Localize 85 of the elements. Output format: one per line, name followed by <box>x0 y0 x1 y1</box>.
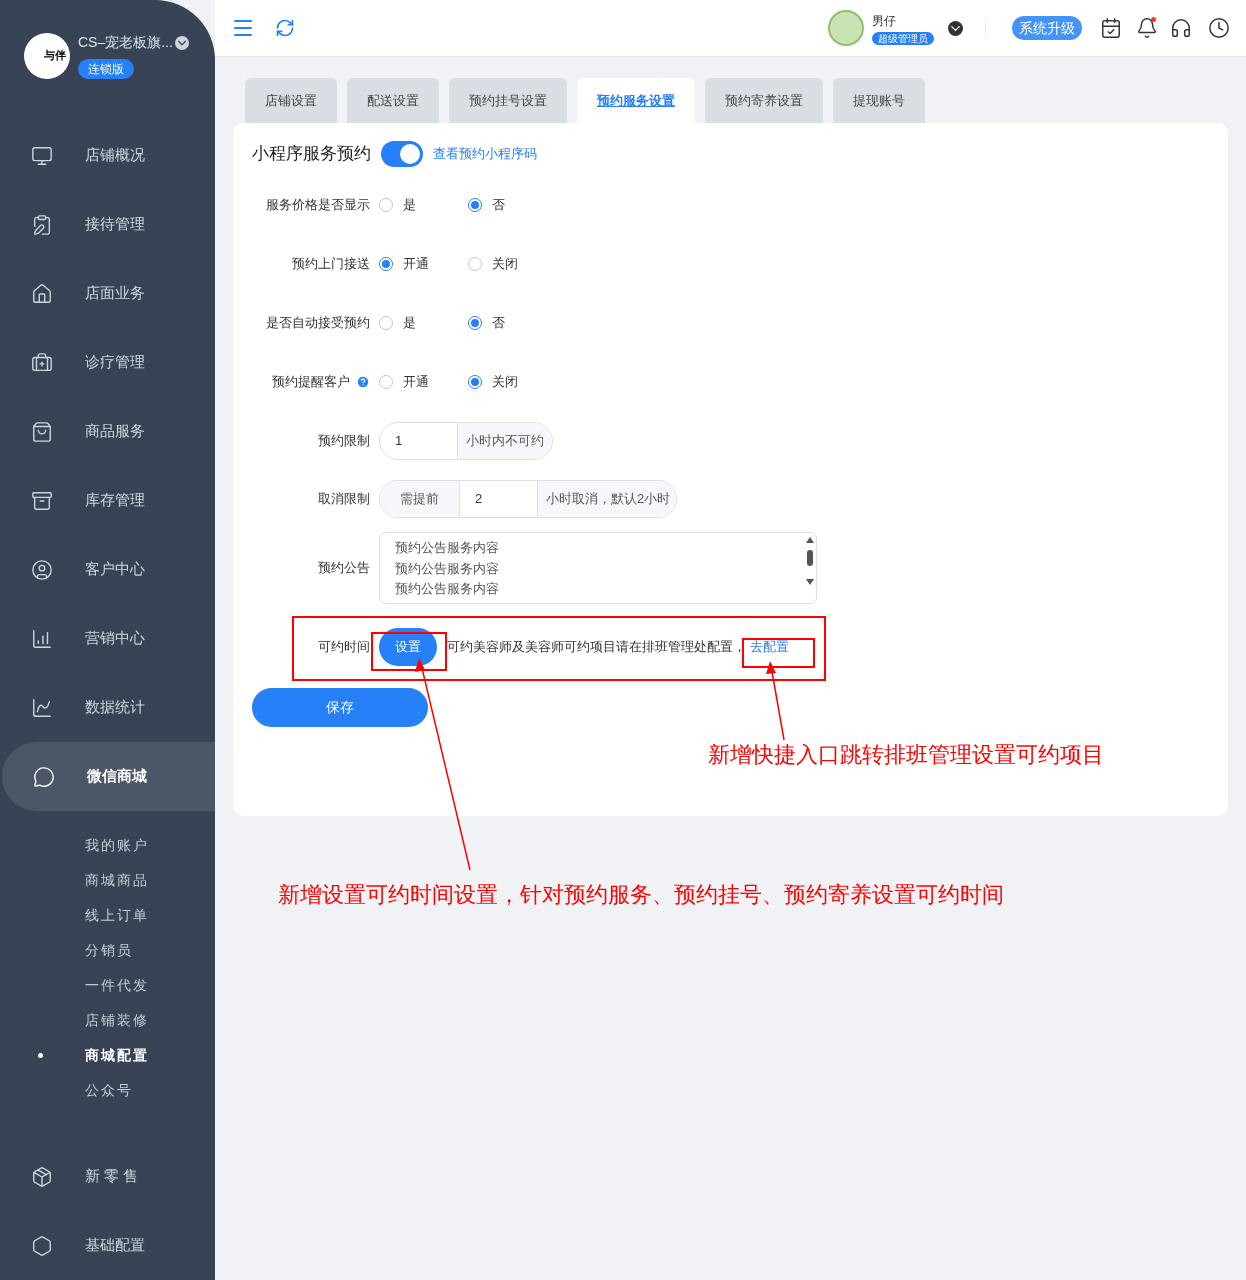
menu-item[interactable]: 商品服务 <box>0 397 215 466</box>
help-icon[interactable] <box>356 374 370 389</box>
menu-item[interactable]: 店铺概况 <box>0 121 215 190</box>
cancel-limit-field[interactable]: 需提前 2 小时取消，默认2小时 <box>379 480 678 518</box>
radio-label: 关闭 <box>492 254 518 273</box>
calendar-icon[interactable] <box>1100 17 1122 39</box>
menu-item[interactable]: 诊疗管理 <box>0 328 215 397</box>
menu-item[interactable]: 营销中心 <box>0 604 215 673</box>
scrollbar[interactable] <box>805 536 815 586</box>
field-label: 服务价格是否显示 <box>266 195 370 214</box>
bar-chart-icon <box>31 627 53 650</box>
field-label: 预约限制 <box>317 432 370 451</box>
role-badge: 超级管理员 <box>872 31 934 45</box>
annotation-text: 新增快捷入口跳转排班管理设置可约项目 <box>708 741 1104 769</box>
bag-icon <box>31 420 53 443</box>
menu-item[interactable]: 数据统计 <box>0 673 215 742</box>
menu-item[interactable]: 店面业务 <box>0 259 215 328</box>
field-label: 预约提醒客户 <box>272 372 350 391</box>
radio-label: 是 <box>403 195 416 214</box>
tab[interactable]: 提现账号 <box>833 78 925 123</box>
submenu-item[interactable]: 店铺装修 <box>85 1010 149 1031</box>
menu-item[interactable]: 库存管理 <box>0 466 215 535</box>
bell-icon[interactable] <box>1136 17 1158 39</box>
menu-item[interactable]: 接待管理 <box>0 190 215 259</box>
medical-kit-icon <box>31 351 53 374</box>
prefix-text: 需提前 <box>380 481 460 517</box>
line-chart-icon <box>31 696 53 719</box>
unit-text: 小时内不可约 <box>457 423 552 459</box>
submenu-item[interactable]: 一件代发 <box>85 975 149 996</box>
tab[interactable]: 预约服务设置 <box>577 78 695 123</box>
submenu-item[interactable]: 分销员 <box>85 940 133 961</box>
radio-label: 否 <box>492 195 505 214</box>
field-label: 取消限制 <box>317 490 370 509</box>
number-input[interactable]: 2 <box>460 481 537 517</box>
setup-button[interactable]: 设置 <box>379 628 437 666</box>
monitor-icon <box>31 144 53 167</box>
number-input[interactable]: 1 <box>380 423 457 459</box>
headset-icon[interactable] <box>1170 17 1192 39</box>
box-icon <box>31 1165 53 1188</box>
submenu-item[interactable]: 商城配置 <box>85 1045 149 1066</box>
radio-label: 开通 <box>403 254 429 273</box>
user-icon <box>31 558 53 581</box>
store-name: CS–宠老板旗... <box>78 33 173 52</box>
save-button[interactable]: 保存 <box>252 688 428 727</box>
submenu-item[interactable]: 线上订单 <box>85 905 149 926</box>
menu-item[interactable]: 新 零 售 <box>0 1142 215 1211</box>
clock-icon[interactable] <box>1208 17 1230 39</box>
edition-badge: 连锁版 <box>78 59 134 79</box>
tab[interactable]: 预约寄养设置 <box>705 78 823 123</box>
submenu-item[interactable]: 公众号 <box>85 1080 133 1101</box>
notice-textarea[interactable]: 预约公告服务内容 预约公告服务内容 预约公告服务内容 <box>379 532 817 604</box>
submenu-item[interactable]: 商城商品 <box>85 870 149 891</box>
tab[interactable]: 预约挂号设置 <box>449 78 567 123</box>
menu-item[interactable]: 客户中心 <box>0 535 215 604</box>
field-label: 预约上门接送 <box>292 254 370 273</box>
configure-link[interactable]: 去配置 <box>750 637 789 657</box>
field-label: 可约时间 <box>317 638 370 657</box>
submenu-item[interactable]: 我的账户 <box>85 835 149 856</box>
field-label: 预约公告 <box>317 559 370 578</box>
store-logo: 与伴 <box>24 32 70 79</box>
dropdown-icon[interactable] <box>948 20 963 36</box>
radio-label: 是 <box>403 313 416 332</box>
archive-icon <box>31 489 53 512</box>
refresh-icon[interactable] <box>275 18 295 38</box>
hint-text: 可约美容师及美容师可约项目请在排班管理处配置， <box>447 638 746 657</box>
tab[interactable]: 配送设置 <box>347 78 439 123</box>
tab[interactable]: 店铺设置 <box>245 78 337 123</box>
unit-text: 小时取消，默认2小时 <box>537 481 677 517</box>
toggle-label: 小程序服务预约 <box>252 143 371 166</box>
menu-item[interactable]: 基础配置 <box>0 1211 215 1280</box>
radio-label: 关闭 <box>492 372 518 391</box>
dropdown-icon[interactable] <box>174 35 189 50</box>
field-label: 是否自动接受预约 <box>266 313 370 332</box>
house-icon <box>31 282 53 305</box>
qr-code-link[interactable]: 查看预约小程序码 <box>433 144 537 164</box>
settings-icon <box>31 1234 53 1257</box>
radio-label: 开通 <box>403 372 429 391</box>
clipboard-icon <box>31 213 53 236</box>
user-avatar <box>828 10 864 46</box>
menu-item[interactable]: 微信商城 <box>2 742 215 811</box>
chat-icon <box>33 765 55 788</box>
toggle-switch[interactable] <box>381 141 423 167</box>
annotation-text: 新增设置可约时间设置，针对预约服务、预约挂号、预约寄养设置可约时间 <box>278 881 1004 909</box>
user-name: 男仔 <box>872 12 897 30</box>
radio-label: 否 <box>492 313 505 332</box>
